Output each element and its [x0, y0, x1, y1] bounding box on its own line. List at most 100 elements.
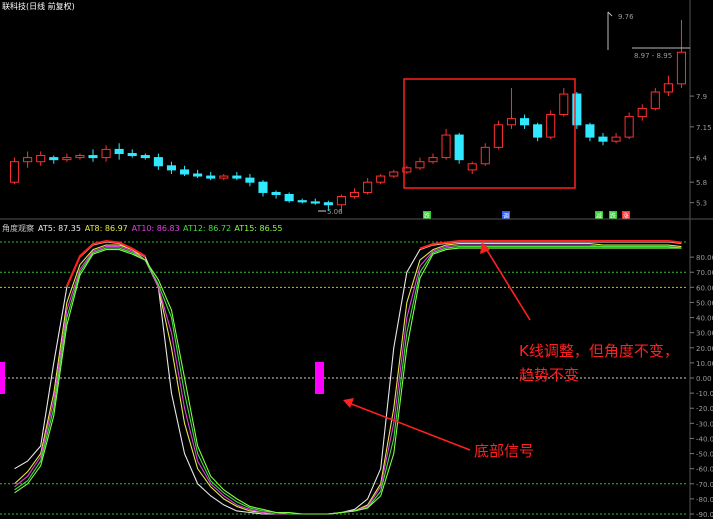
candle	[598, 133, 608, 146]
indicator-tick-label: 30.00	[696, 330, 713, 338]
candle	[650, 87, 660, 111]
candle-body	[572, 93, 582, 126]
high-price-label: 9.76	[618, 13, 634, 21]
candle	[310, 198, 320, 205]
annotation-text-bottom: 底部信号	[474, 442, 534, 460]
candle	[676, 19, 687, 88]
candle	[519, 114, 530, 129]
indicator-tick-label: 20.00	[696, 345, 713, 353]
annotation-bottom: 底部信号	[343, 398, 534, 460]
candle	[232, 171, 242, 181]
candle-body	[23, 157, 33, 163]
candle	[219, 174, 229, 181]
candle	[389, 169, 399, 179]
candle	[127, 149, 137, 158]
candle	[428, 153, 438, 164]
candle-body	[389, 171, 399, 177]
candle-body	[75, 155, 85, 159]
annotation-top-right: K线调整，但角度不变， 趋势不变	[480, 242, 679, 384]
candle-body	[49, 157, 59, 161]
candle-body	[297, 200, 307, 203]
candle-body	[637, 107, 647, 118]
candle	[101, 145, 111, 162]
candle-body	[349, 191, 360, 198]
indicator-tick-label: -70.00	[696, 481, 713, 489]
candle-body	[533, 124, 543, 138]
candle-body	[376, 175, 386, 183]
indicator-line-at12: AT12: 86.72	[183, 224, 231, 233]
candle-body	[284, 194, 294, 202]
candle	[284, 192, 294, 203]
candle	[193, 169, 203, 179]
candle	[36, 151, 46, 166]
candle	[663, 75, 673, 97]
candle	[140, 153, 150, 160]
annotation-text-line2: 趋势不变	[519, 366, 579, 384]
candle-body	[206, 175, 216, 179]
indicator-tick-label: -30.00	[696, 420, 713, 428]
price-y-axis: 7.9 7.15 6.4 5.8 5.3	[689, 0, 712, 219]
low-price-marker: 5.06	[318, 208, 343, 216]
candle-body	[428, 157, 438, 163]
candle-body	[441, 134, 451, 159]
candle	[637, 104, 647, 121]
candle	[23, 151, 33, 168]
candle-body	[467, 163, 477, 171]
indicator-tick-label: -50.00	[696, 451, 713, 459]
price-tick-label: 7.9	[696, 93, 707, 101]
candle	[506, 87, 517, 129]
candle-body	[323, 202, 333, 206]
candle-body	[676, 51, 687, 85]
candle	[349, 188, 360, 199]
candle	[49, 155, 59, 164]
candle	[297, 198, 307, 204]
candle-body	[219, 175, 229, 179]
candle	[572, 92, 582, 129]
candle	[454, 133, 464, 164]
candle	[624, 112, 634, 140]
annotation-text-line1: K线调整，但角度不变，	[519, 342, 679, 360]
candle	[9, 157, 20, 185]
indicator-tick-label: 40.00	[696, 315, 713, 323]
candle-body	[271, 191, 281, 195]
candle-body	[193, 173, 203, 177]
candle	[245, 174, 255, 187]
candle-body	[101, 148, 111, 159]
candle-body	[585, 124, 595, 138]
candle	[363, 178, 373, 195]
candle-body	[546, 114, 556, 138]
candle	[153, 153, 163, 170]
indicator-tick-label: 0.00	[696, 375, 712, 383]
indicator-tick-label: -40.00	[696, 435, 713, 443]
candle-body	[88, 155, 98, 159]
price-tick-label: 7.15	[696, 124, 712, 132]
candle-body	[114, 148, 124, 154]
candle	[546, 110, 556, 140]
low-price-label: 5.06	[327, 208, 343, 216]
candle	[559, 87, 569, 117]
candle	[271, 190, 281, 199]
candle-body	[519, 118, 530, 126]
price-tick-label: 5.3	[696, 200, 707, 208]
candlestick-series	[9, 19, 687, 213]
candle	[480, 143, 490, 166]
candle	[88, 149, 98, 162]
candle	[376, 174, 386, 185]
candle-body	[663, 83, 673, 93]
candle-body	[598, 136, 608, 142]
candle-body	[611, 136, 621, 142]
candle-body	[415, 161, 425, 169]
indicator-tick-label: 10.00	[696, 360, 713, 368]
candle	[166, 161, 177, 174]
candle	[611, 133, 621, 144]
candle	[467, 161, 477, 174]
candle-body	[650, 91, 660, 109]
candle-body	[153, 157, 163, 167]
candle	[75, 153, 85, 160]
indicator-y-axis: 80.00 70.00 60.00 50.00 40.00 30.00 20.00 10.00…	[689, 219, 713, 519]
candle-body	[493, 124, 503, 148]
candle-body	[179, 169, 190, 175]
price-tick-label: 5.8	[696, 179, 707, 187]
candle	[206, 171, 216, 181]
candle-body	[559, 93, 569, 116]
